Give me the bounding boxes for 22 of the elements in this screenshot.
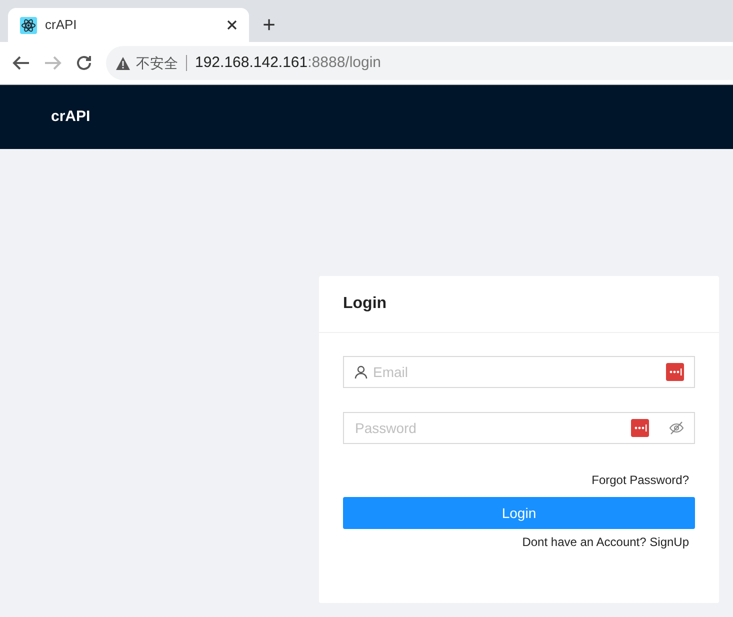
password-manager-icon[interactable]: [631, 419, 649, 437]
signup-link[interactable]: Dont have an Account? SignUp: [522, 533, 689, 551]
card-title: Login: [343, 294, 387, 314]
brand-title[interactable]: crAPI: [51, 106, 90, 128]
back-icon[interactable]: [12, 55, 30, 71]
email-field[interactable]: Email: [343, 356, 695, 388]
user-icon: [354, 365, 368, 379]
url-path: :8888/login: [308, 52, 382, 73]
security-label: 不安全: [136, 55, 187, 71]
password-manager-icon[interactable]: [666, 363, 684, 381]
browser-tab[interactable]: crAPI: [8, 8, 249, 42]
tab-title: crAPI: [45, 16, 78, 34]
eye-slash-icon[interactable]: [669, 421, 684, 435]
password-field[interactable]: Password: [343, 412, 695, 444]
forgot-password-link[interactable]: Forgot Password?: [592, 471, 689, 489]
atom-icon: [20, 16, 37, 34]
url-host: 192.168.142.161: [195, 52, 308, 73]
address-bar[interactable]: 不安全 192.168.142.161:8888/login: [106, 46, 733, 80]
new-tab-button[interactable]: +: [249, 8, 289, 42]
close-icon[interactable]: [227, 20, 237, 30]
reload-icon[interactable]: [76, 55, 92, 71]
warning-icon: [116, 56, 130, 70]
